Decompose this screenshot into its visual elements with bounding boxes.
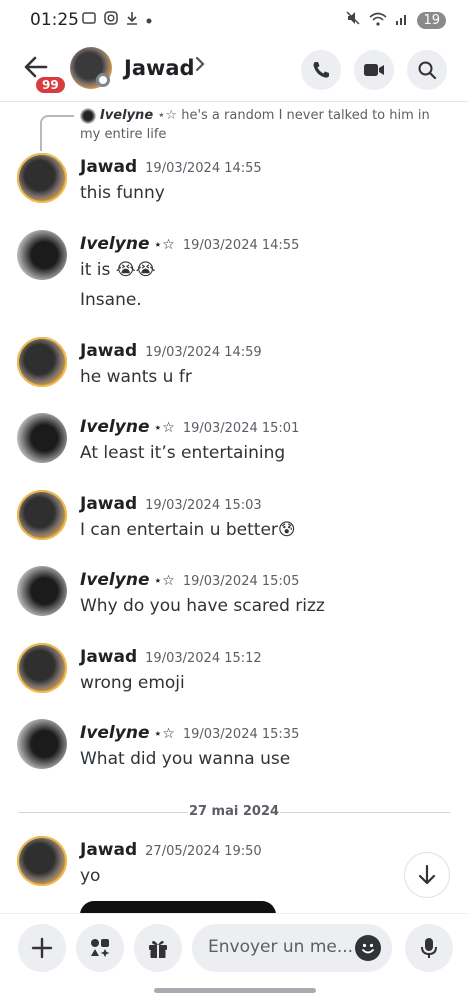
message-author[interactable]: Jawad — [80, 494, 137, 514]
reply-author: Ivelyne — [100, 108, 154, 123]
message-timestamp: 19/03/2024 15:03 — [145, 498, 262, 513]
avatar[interactable] — [17, 153, 67, 203]
message-header: Jawad 27/05/2024 19:50 — [80, 840, 262, 860]
message-header: Ivelyne ⋆☆ 19/03/2024 15:35 — [80, 723, 299, 743]
message-composer: Envoyer un me... — [0, 913, 468, 983]
voice-message-button[interactable] — [405, 924, 453, 972]
wifi-icon — [369, 11, 387, 30]
message-header: Jawad 19/03/2024 14:55 — [80, 157, 262, 177]
avatar[interactable] — [17, 719, 67, 769]
status-bar: 01:25 19 — [0, 0, 468, 40]
download-icon — [126, 11, 138, 29]
reply-author-stars: ⋆☆ — [157, 108, 178, 123]
message-text: yo — [80, 866, 101, 886]
message-header: Ivelyne ⋆☆ 19/03/2024 15:01 — [80, 417, 299, 437]
author-stars: ⋆☆ — [153, 726, 175, 742]
date-divider: 27 mai 2024 — [18, 803, 450, 823]
message-header: Jawad 19/03/2024 15:12 — [80, 647, 262, 667]
video-camera-icon — [364, 64, 384, 76]
message-author[interactable]: Jawad — [80, 157, 137, 177]
add-button[interactable] — [18, 924, 66, 972]
avatar[interactable] — [17, 643, 67, 693]
message-author[interactable]: Ivelyne — [80, 570, 149, 590]
message-header: Jawad 19/03/2024 14:59 — [80, 341, 262, 361]
search-button[interactable] — [407, 50, 447, 90]
message-timestamp: 19/03/2024 14:55 — [182, 238, 300, 253]
message-list[interactable]: Ivelyne ⋆☆ he's a random I never talked … — [0, 103, 468, 913]
message-text: he wants u fr — [80, 367, 192, 387]
status-indicator — [96, 73, 110, 87]
gift-icon — [149, 941, 167, 958]
avatar[interactable] — [17, 337, 67, 387]
message-author[interactable]: Ivelyne — [80, 234, 149, 254]
message-input[interactable]: Envoyer un me... — [192, 924, 392, 972]
message-timestamp: 19/03/2024 15:05 — [182, 574, 300, 589]
author-stars: ⋆☆ — [153, 237, 175, 253]
microphone-icon — [421, 938, 437, 958]
message-text: At least it’s entertaining — [80, 443, 286, 463]
system-icons: 19 — [345, 10, 446, 30]
mute-icon — [345, 10, 361, 30]
emoji-icon[interactable] — [355, 935, 381, 961]
video-call-button[interactable] — [354, 50, 394, 90]
message-header: Ivelyne ⋆☆ 19/03/2024 14:55 — [80, 234, 299, 254]
arrow-down-icon — [418, 864, 436, 885]
reply-connector — [40, 115, 74, 151]
message-header: Jawad 19/03/2024 15:03 — [80, 494, 262, 514]
message-text: Why do you have scared rizz — [80, 596, 325, 616]
avatar[interactable] — [17, 836, 67, 886]
signal-icon — [395, 11, 409, 30]
message-header: Ivelyne ⋆☆ 19/03/2024 15:05 — [80, 570, 299, 590]
apps-icon — [91, 939, 110, 957]
battery-icon: 19 — [417, 11, 446, 29]
date-divider-label: 27 mai 2024 — [188, 804, 280, 819]
message-text: I can entertain u better😰 — [80, 520, 296, 540]
message-timestamp: 19/03/2024 15:01 — [182, 421, 300, 436]
message-text: it is 😭😭 — [80, 260, 156, 280]
notification-icons — [82, 11, 152, 29]
phone-icon — [313, 62, 329, 78]
cast-icon — [82, 11, 96, 29]
avatar[interactable] — [17, 566, 67, 616]
avatar[interactable] — [17, 490, 67, 540]
attachment-preview[interactable] — [80, 901, 276, 913]
message-text: this funny — [80, 183, 165, 203]
message-timestamp: 19/03/2024 15:12 — [145, 651, 262, 666]
dot-icon — [146, 13, 152, 28]
home-indicator[interactable] — [154, 988, 316, 993]
message-timestamp: 19/03/2024 15:35 — [182, 727, 300, 742]
message-author[interactable]: Jawad — [80, 341, 137, 361]
author-stars: ⋆☆ — [153, 573, 175, 589]
message-text: Insane. — [80, 290, 142, 310]
reply-preview[interactable]: Ivelyne ⋆☆ he's a random I never talked … — [80, 106, 442, 144]
message-author[interactable]: Ivelyne — [80, 417, 149, 437]
message-author[interactable]: Jawad — [80, 647, 137, 667]
chat-header: 99 Jawad — [0, 40, 468, 102]
page-title[interactable]: Jawad — [124, 56, 195, 80]
message-author[interactable]: Ivelyne — [80, 723, 149, 743]
avatar[interactable] — [17, 413, 67, 463]
message-input-placeholder: Envoyer un me... — [208, 937, 354, 957]
instagram-icon — [104, 11, 118, 29]
search-icon — [418, 61, 437, 80]
unread-badge: 99 — [34, 75, 67, 95]
message-timestamp: 19/03/2024 14:59 — [145, 345, 262, 360]
message-timestamp: 27/05/2024 19:50 — [145, 844, 262, 859]
scroll-to-bottom-button[interactable] — [404, 852, 450, 898]
message-timestamp: 19/03/2024 14:55 — [145, 161, 262, 176]
message-text: What did you wanna use — [80, 749, 291, 769]
status-time: 01:25 — [30, 10, 79, 30]
avatar[interactable] — [17, 230, 67, 280]
voice-call-button[interactable] — [301, 50, 341, 90]
message-author[interactable]: Jawad — [80, 840, 137, 860]
reply-avatar — [80, 107, 96, 124]
apps-button[interactable] — [76, 924, 124, 972]
chevron-right-icon[interactable] — [194, 54, 206, 79]
author-stars: ⋆☆ — [153, 420, 175, 436]
message-text: wrong emoji — [80, 673, 185, 693]
gift-button[interactable] — [134, 924, 182, 972]
plus-icon — [31, 937, 53, 959]
